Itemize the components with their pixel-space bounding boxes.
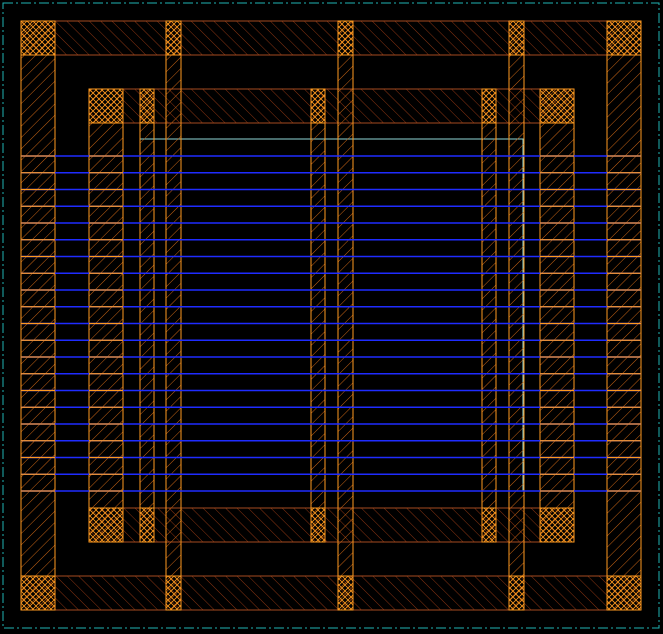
gate-finger-2	[337, 20, 354, 611]
layout-canvas	[0, 0, 663, 634]
stub-contact-bottom-3	[481, 507, 497, 543]
gate-contact-bottom-1	[165, 575, 182, 611]
guard-ring-top	[20, 20, 642, 56]
contact-pad-8	[539, 507, 575, 543]
metal-lines	[21, 155, 641, 492]
guard-ring-right	[606, 20, 642, 611]
contact-pad-7	[88, 507, 124, 543]
inner-diffusion-top	[88, 88, 575, 124]
stub-contact-bottom-2	[310, 507, 326, 543]
guard-ring-left	[20, 20, 56, 611]
contact-pad-5	[88, 88, 124, 124]
active-region	[139, 138, 524, 492]
gate-finger-3	[508, 20, 525, 611]
inner-diffusion-bottom	[88, 507, 575, 543]
guard-ring-bottom	[20, 575, 642, 611]
contact-pad-3	[20, 575, 56, 611]
gate-contact-top-2	[337, 20, 354, 56]
contact-pad-4	[606, 575, 642, 611]
layout-svg	[2, 2, 660, 629]
gate-contact-top-3	[508, 20, 525, 56]
stub-contact-bottom-1	[139, 507, 155, 543]
gate-contact-bottom-3	[508, 575, 525, 611]
contact-pad-6	[539, 88, 575, 124]
stub-contact-top-1	[139, 88, 155, 124]
contact-pad-2	[606, 20, 642, 56]
contact-pad-1	[20, 20, 56, 56]
stub-contact-top-2	[310, 88, 326, 124]
gate-contact-top-1	[165, 20, 182, 56]
gate-contact-bottom-2	[337, 575, 354, 611]
stub-contact-top-3	[481, 88, 497, 124]
gate-finger-1	[165, 20, 182, 611]
